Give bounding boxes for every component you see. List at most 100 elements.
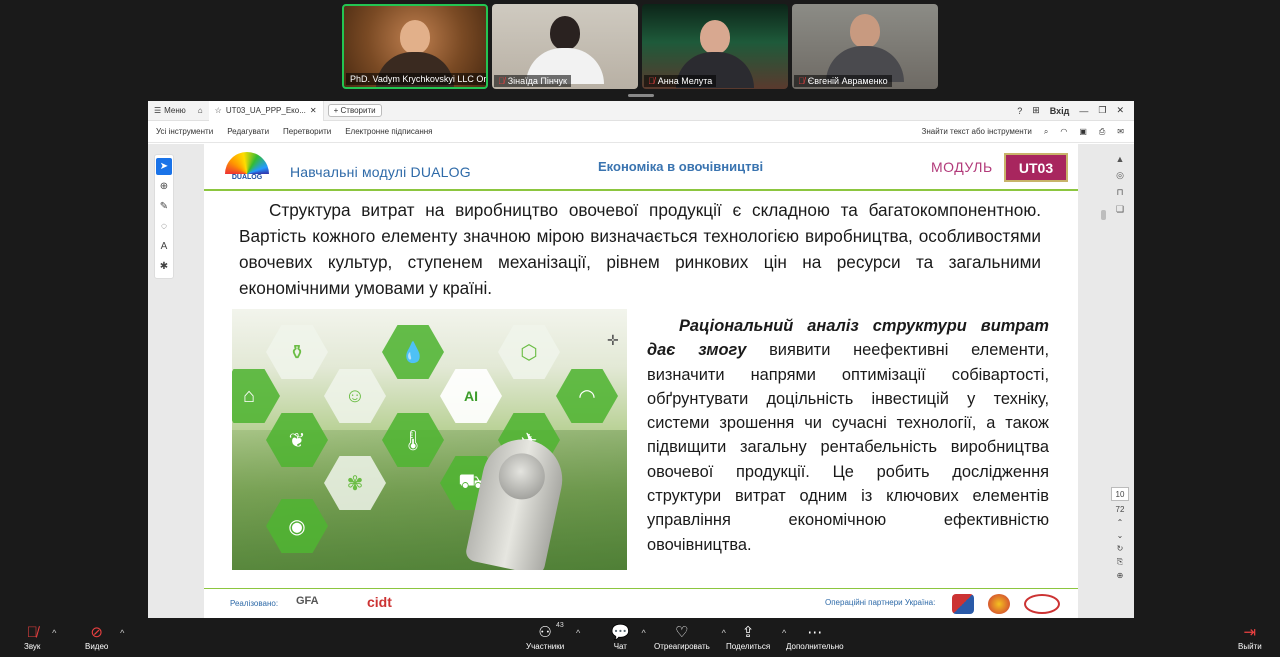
zoom-icon[interactable]: ⊕ bbox=[156, 178, 172, 195]
more-dots-icon: ⋯ bbox=[807, 624, 823, 641]
toolbar-convert[interactable]: Перетворити bbox=[283, 127, 331, 136]
star-icon: ☆ bbox=[214, 106, 222, 115]
zoom-in-icon[interactable]: ⊕ bbox=[1117, 571, 1124, 580]
acrobat-toolbar: Усі інструменти Редагувати Перетворити Е… bbox=[148, 121, 1134, 143]
save-file-icon[interactable]: ⎘ bbox=[1117, 557, 1123, 567]
close-tab-icon[interactable]: ✕ bbox=[310, 106, 317, 115]
save-icon[interactable]: ▣ bbox=[1079, 127, 1087, 136]
bookmark-icon[interactable]: ⊓ bbox=[1116, 187, 1123, 198]
smart-farming-illustration: ⚱ 💧 ⬡ ⌂ ☺ AI ◠ ❦ 🌡 ✈ ◉ ✾ ⛟ bbox=[232, 309, 627, 570]
chevron-up-icon[interactable]: ^ bbox=[120, 628, 124, 638]
chevron-up-icon[interactable]: ^ bbox=[576, 628, 580, 638]
participants-button[interactable]: ⚇ 43 Участники ^ bbox=[526, 622, 580, 651]
page-up-icon[interactable]: ⌃ bbox=[1117, 518, 1124, 527]
ai-chip-icon: AI bbox=[440, 369, 502, 423]
chevron-up-icon[interactable]: ^ bbox=[641, 628, 645, 638]
meeting-controls: 🎙̸ Звук ^ ⊘ Видео ^ ⚇ 43 Участники ^ 💬 Ч… bbox=[0, 618, 1280, 657]
pen-icon[interactable]: ✎ bbox=[156, 198, 172, 215]
participant-name: 🎙̸ Євгеній Авраменко bbox=[794, 75, 892, 87]
chat-icon: 💬 bbox=[611, 624, 630, 641]
npk-molecule-icon: ⬡ bbox=[498, 325, 560, 379]
implemented-by-label: Реалізовано: bbox=[230, 599, 279, 608]
leave-button[interactable]: ⇥ Выйти bbox=[1238, 622, 1262, 651]
plus-icon: + bbox=[333, 106, 341, 115]
text-box-icon[interactable]: A bbox=[156, 238, 172, 255]
participant-video bbox=[526, 16, 604, 84]
strip-drag-handle[interactable] bbox=[628, 94, 654, 97]
sack-icon: ⚱ bbox=[266, 325, 328, 379]
header-divider bbox=[204, 189, 1078, 191]
partner-emblem-icon bbox=[988, 594, 1010, 614]
search-icon[interactable]: ⌕ bbox=[1044, 127, 1048, 137]
participant-name: PhD. Vadym Krychkovskyi LLC Orga... bbox=[346, 73, 486, 85]
mic-muted-icon: 🎙̸ bbox=[26, 623, 38, 641]
water-drop-icon: 💧 bbox=[382, 325, 444, 379]
home-icon: ⌂ bbox=[197, 106, 203, 115]
select-cursor-icon[interactable]: ➤ bbox=[156, 158, 172, 175]
dualog-logo: DUALOG bbox=[222, 149, 272, 185]
operative-partners-label: Операційні партнери Україна: bbox=[825, 598, 936, 607]
toolbar-esign[interactable]: Електронне підписання bbox=[345, 127, 432, 136]
participants-count: 43 bbox=[556, 622, 564, 629]
footer-divider bbox=[204, 588, 1078, 589]
signin-button[interactable]: Вхід bbox=[1050, 106, 1070, 116]
farmer-icon: ☺ bbox=[324, 369, 386, 423]
refresh-icon[interactable]: ↻ bbox=[1117, 544, 1124, 553]
chat-button[interactable]: 💬 Чат ^ bbox=[611, 622, 646, 651]
participant-tile[interactable]: 🎙̸ Зінаїда Пінчук bbox=[492, 4, 638, 89]
copy-pages-icon[interactable]: ❏ bbox=[1116, 204, 1124, 215]
minimize-icon[interactable]: — bbox=[1079, 106, 1088, 116]
video-button[interactable]: ⊘ Видео ^ bbox=[85, 622, 124, 651]
page-down-icon[interactable]: ⌄ bbox=[1117, 531, 1124, 540]
participant-tile[interactable]: PhD. Vadym Krychkovskyi LLC Orga... bbox=[342, 4, 488, 89]
document-viewer: ➤ ⊕ ✎ ◌ A ✱ DUALOG Навчальні модулі DUAL… bbox=[148, 144, 1134, 618]
search-tools-input[interactable]: Знайти текст або інструменти bbox=[922, 127, 1032, 136]
mic-muted-icon: 🎙̸ bbox=[498, 76, 505, 86]
headphones-icon[interactable]: ◠ bbox=[1060, 127, 1067, 136]
participant-strip: PhD. Vadym Krychkovskyi LLC Orga... 🎙̸Зі… bbox=[342, 4, 938, 89]
home-button[interactable]: ⌂ bbox=[192, 106, 209, 115]
more-button[interactable]: ⋯ Дополнительно bbox=[786, 622, 844, 651]
react-button[interactable]: ♡ Отреагировать ^ bbox=[654, 622, 726, 651]
slide-footer: Реалізовано: GFA cidt Операційні партнер… bbox=[204, 592, 1078, 618]
camera-off-icon: ⊘ bbox=[90, 624, 103, 641]
menu-button[interactable]: ☰ Меню bbox=[148, 106, 192, 115]
quick-tools-bar: ➤ ⊕ ✎ ◌ A ✱ bbox=[154, 154, 174, 279]
module-label: МОДУЛЬ bbox=[931, 159, 993, 175]
participant-tile[interactable]: 🎙̸ Анна Мелута bbox=[642, 4, 788, 89]
document-tab[interactable]: ☆ UT03_UA_PPP_Eко... ✕ bbox=[208, 101, 324, 121]
audio-button[interactable]: 🎙̸ Звук ^ bbox=[24, 622, 56, 652]
acrobat-titlebar: ☰ Меню ⌂ ☆ UT03_UA_PPP_Eко... ✕ + Створит… bbox=[148, 101, 1134, 121]
mic-muted-icon: 🎙̸ bbox=[648, 76, 655, 86]
lasso-icon[interactable]: ◌ bbox=[156, 218, 172, 235]
help-icon[interactable]: ? bbox=[1017, 106, 1022, 116]
move-cursor-icon: ✛ bbox=[607, 332, 619, 348]
chevron-up-icon[interactable]: ^ bbox=[52, 628, 56, 638]
apps-grid-icon[interactable]: ⊞ bbox=[1032, 105, 1040, 116]
toolbar-edit[interactable]: Редагувати bbox=[227, 127, 269, 136]
leave-icon: ⇥ bbox=[1243, 624, 1257, 641]
mail-icon[interactable]: ✉ bbox=[1117, 127, 1124, 136]
intro-paragraph: Структура витрат на виробництво овочевої… bbox=[239, 200, 1041, 298]
slide-header: DUALOG Навчальні модулі DUALOG Економіка… bbox=[204, 144, 1078, 190]
share-screen-icon: ⇪ bbox=[741, 624, 755, 641]
partner-oval-logo-icon bbox=[1024, 594, 1060, 614]
restore-icon[interactable]: ❐ bbox=[1098, 105, 1106, 116]
shared-screen: ☰ Меню ⌂ ☆ UT03_UA_PPP_Eко... ✕ + Створит… bbox=[148, 101, 1134, 618]
module-code-badge: UT03 bbox=[1004, 153, 1068, 182]
print-icon[interactable]: ⎙ bbox=[1099, 127, 1105, 137]
page-number-input[interactable]: 10 bbox=[1111, 487, 1129, 501]
partner-logos bbox=[952, 594, 1060, 614]
close-window-icon[interactable]: ✕ bbox=[1116, 105, 1124, 116]
participant-tile[interactable]: 🎙̸ Євгеній Авраменко bbox=[792, 4, 938, 89]
toolbar-all-tools[interactable]: Усі інструменти bbox=[156, 127, 213, 136]
participant-video bbox=[826, 14, 904, 82]
stamp-icon[interactable]: ✱ bbox=[156, 258, 172, 275]
barn-icon: ⌂ bbox=[232, 369, 280, 423]
pdf-page: DUALOG Навчальні модулі DUALOG Економіка… bbox=[204, 144, 1078, 618]
scroll-up-arrow-icon[interactable]: ▲ bbox=[1116, 154, 1125, 164]
new-tab-button[interactable]: + Створити bbox=[327, 104, 382, 117]
heart-icon: ♡ bbox=[675, 624, 689, 641]
ai-assistant-icon[interactable]: ◎ bbox=[1116, 170, 1124, 181]
share-screen-button[interactable]: ⇪ Поделиться ^ bbox=[726, 622, 786, 651]
